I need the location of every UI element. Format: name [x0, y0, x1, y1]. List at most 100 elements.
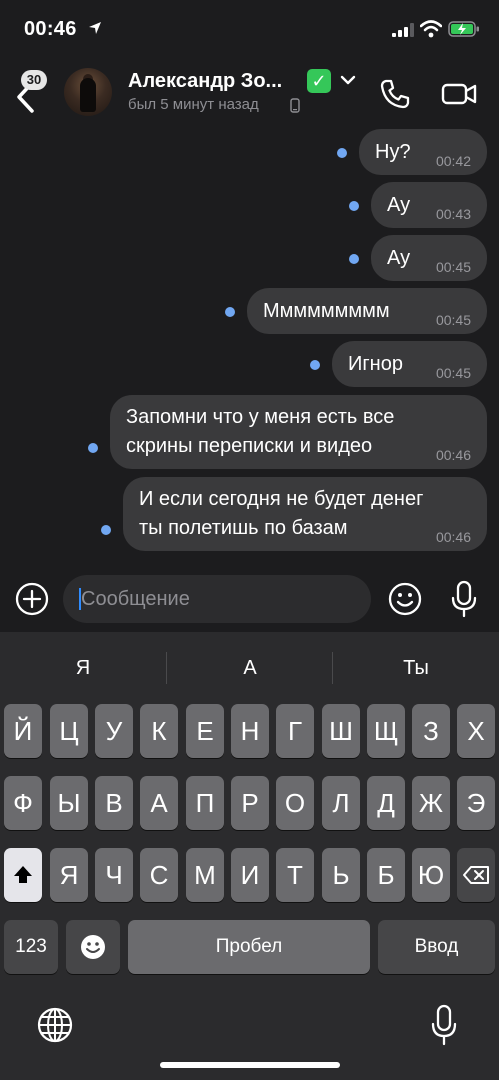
message-bubble[interactable]: Игнор 00:45 — [332, 341, 487, 387]
call-icon[interactable] — [379, 78, 411, 110]
keyboard: Я А Ты Й Ц У К Е Н Г Ш Щ З Х Ф Ы В А П Р… — [0, 632, 499, 1080]
emoji-smile-icon[interactable] — [388, 582, 422, 616]
message-bubble[interactable]: Ну? 00:42 — [359, 129, 487, 175]
chat-screen: 00:46 30 Александр Зо... ✓ был 5 минут н… — [0, 0, 499, 1080]
key[interactable]: Ф — [4, 776, 42, 830]
message-text: И если сегодня не будет денег ты полетишь… — [139, 485, 423, 543]
message-bubble[interactable]: И если сегодня не будет денег ты полетишь… — [123, 477, 487, 551]
key[interactable]: Щ — [367, 704, 405, 758]
read-status-dot — [88, 443, 98, 453]
key[interactable]: А — [140, 776, 178, 830]
message-line: Запомни что у меня есть все — [126, 406, 395, 428]
attach-plus-icon[interactable] — [15, 582, 49, 616]
message-bubble[interactable]: Ммммммммм 00:45 — [247, 288, 487, 334]
message-line: ты полетишь по базам — [139, 517, 348, 539]
backspace-icon — [463, 866, 489, 884]
key[interactable]: Д — [367, 776, 405, 830]
unread-count-badge[interactable]: 30 — [21, 70, 47, 90]
key[interactable]: З — [412, 704, 450, 758]
read-status-dot — [349, 254, 359, 264]
dictation-microphone-icon[interactable] — [430, 1004, 458, 1046]
status-time: 00:46 — [24, 18, 77, 40]
read-status-dot — [310, 360, 320, 370]
suggestion[interactable]: Ты — [333, 650, 499, 686]
key[interactable]: Ж — [412, 776, 450, 830]
key[interactable]: Э — [457, 776, 495, 830]
numbers-key[interactable]: 123 — [4, 920, 58, 974]
message-time: 00:43 — [435, 206, 471, 222]
contact-avatar[interactable] — [64, 68, 112, 116]
key[interactable]: Г — [276, 704, 314, 758]
key[interactable]: Х — [457, 704, 495, 758]
key[interactable]: Ы — [50, 776, 88, 830]
status-bar: 00:46 — [0, 0, 499, 58]
message-text: Ау — [387, 194, 411, 216]
suggestion[interactable]: Я — [0, 650, 166, 686]
wifi-icon — [420, 20, 442, 38]
key[interactable]: Я — [50, 848, 88, 902]
key[interactable]: Ч — [95, 848, 133, 902]
globe-icon[interactable] — [36, 1006, 74, 1044]
key[interactable]: М — [186, 848, 224, 902]
chat-header: 30 Александр Зо... ✓ был 5 минут назад — [0, 58, 499, 130]
message-input-field[interactable] — [63, 575, 371, 623]
message-bubble[interactable]: Ау 00:45 — [371, 235, 487, 281]
read-status-dot — [337, 148, 347, 158]
key[interactable]: П — [186, 776, 224, 830]
contact-name[interactable]: Александр Зо... — [128, 70, 282, 93]
key[interactable]: О — [276, 776, 314, 830]
message-text: Ммммммммм — [263, 300, 390, 322]
space-key[interactable]: Пробел — [128, 920, 370, 974]
verified-check-icon: ✓ — [307, 69, 331, 93]
battery-charging-icon — [448, 21, 479, 37]
key[interactable]: К — [140, 704, 178, 758]
key[interactable]: И — [231, 848, 269, 902]
key[interactable]: Й — [4, 704, 42, 758]
message-text: Запомни что у меня есть все скрины перепи… — [126, 403, 394, 461]
read-status-dot — [101, 525, 111, 535]
key[interactable]: Ю — [412, 848, 450, 902]
message-text: Ну? — [375, 141, 411, 163]
mobile-phone-icon — [290, 98, 300, 113]
shift-arrow-icon — [14, 866, 32, 883]
cellular-signal-icon — [392, 23, 414, 37]
key[interactable]: Ц — [50, 704, 88, 758]
message-time: 00:46 — [435, 447, 471, 463]
key[interactable]: Л — [322, 776, 360, 830]
key[interactable]: Е — [186, 704, 224, 758]
message-line: И если сегодня не будет денег — [139, 488, 424, 510]
suggestion[interactable]: А — [167, 650, 333, 686]
key[interactable]: Н — [231, 704, 269, 758]
key[interactable]: У — [95, 704, 133, 758]
message-time: 00:45 — [435, 365, 471, 381]
message-time: 00:46 — [435, 529, 471, 545]
message-composer — [0, 570, 499, 632]
last-seen-status: был 5 минут назад — [128, 96, 259, 113]
message-line: скрины переписки и видео — [126, 435, 373, 457]
key[interactable]: Т — [276, 848, 314, 902]
key[interactable]: Ь — [322, 848, 360, 902]
shift-key[interactable] — [4, 848, 42, 902]
message-time: 00:45 — [435, 312, 471, 328]
microphone-icon[interactable] — [450, 580, 478, 618]
key[interactable]: В — [95, 776, 133, 830]
read-status-dot — [349, 201, 359, 211]
location-arrow-icon — [89, 22, 101, 34]
message-bubble[interactable]: Запомни что у меня есть все скрины перепи… — [110, 395, 487, 469]
key[interactable]: С — [140, 848, 178, 902]
return-key[interactable]: Ввод — [378, 920, 495, 974]
message-input[interactable] — [81, 575, 361, 623]
video-call-icon[interactable] — [441, 80, 477, 108]
key[interactable]: Б — [367, 848, 405, 902]
read-status-dot — [225, 307, 235, 317]
home-indicator[interactable] — [160, 1062, 340, 1068]
message-text: Ау — [387, 247, 411, 269]
emoji-face-icon — [81, 935, 105, 959]
message-time: 00:45 — [435, 259, 471, 275]
chevron-down-icon[interactable] — [340, 74, 356, 86]
message-bubble[interactable]: Ау 00:43 — [371, 182, 487, 228]
backspace-key[interactable] — [457, 848, 495, 902]
emoji-key[interactable] — [66, 920, 120, 974]
key[interactable]: Р — [231, 776, 269, 830]
key[interactable]: Ш — [322, 704, 360, 758]
